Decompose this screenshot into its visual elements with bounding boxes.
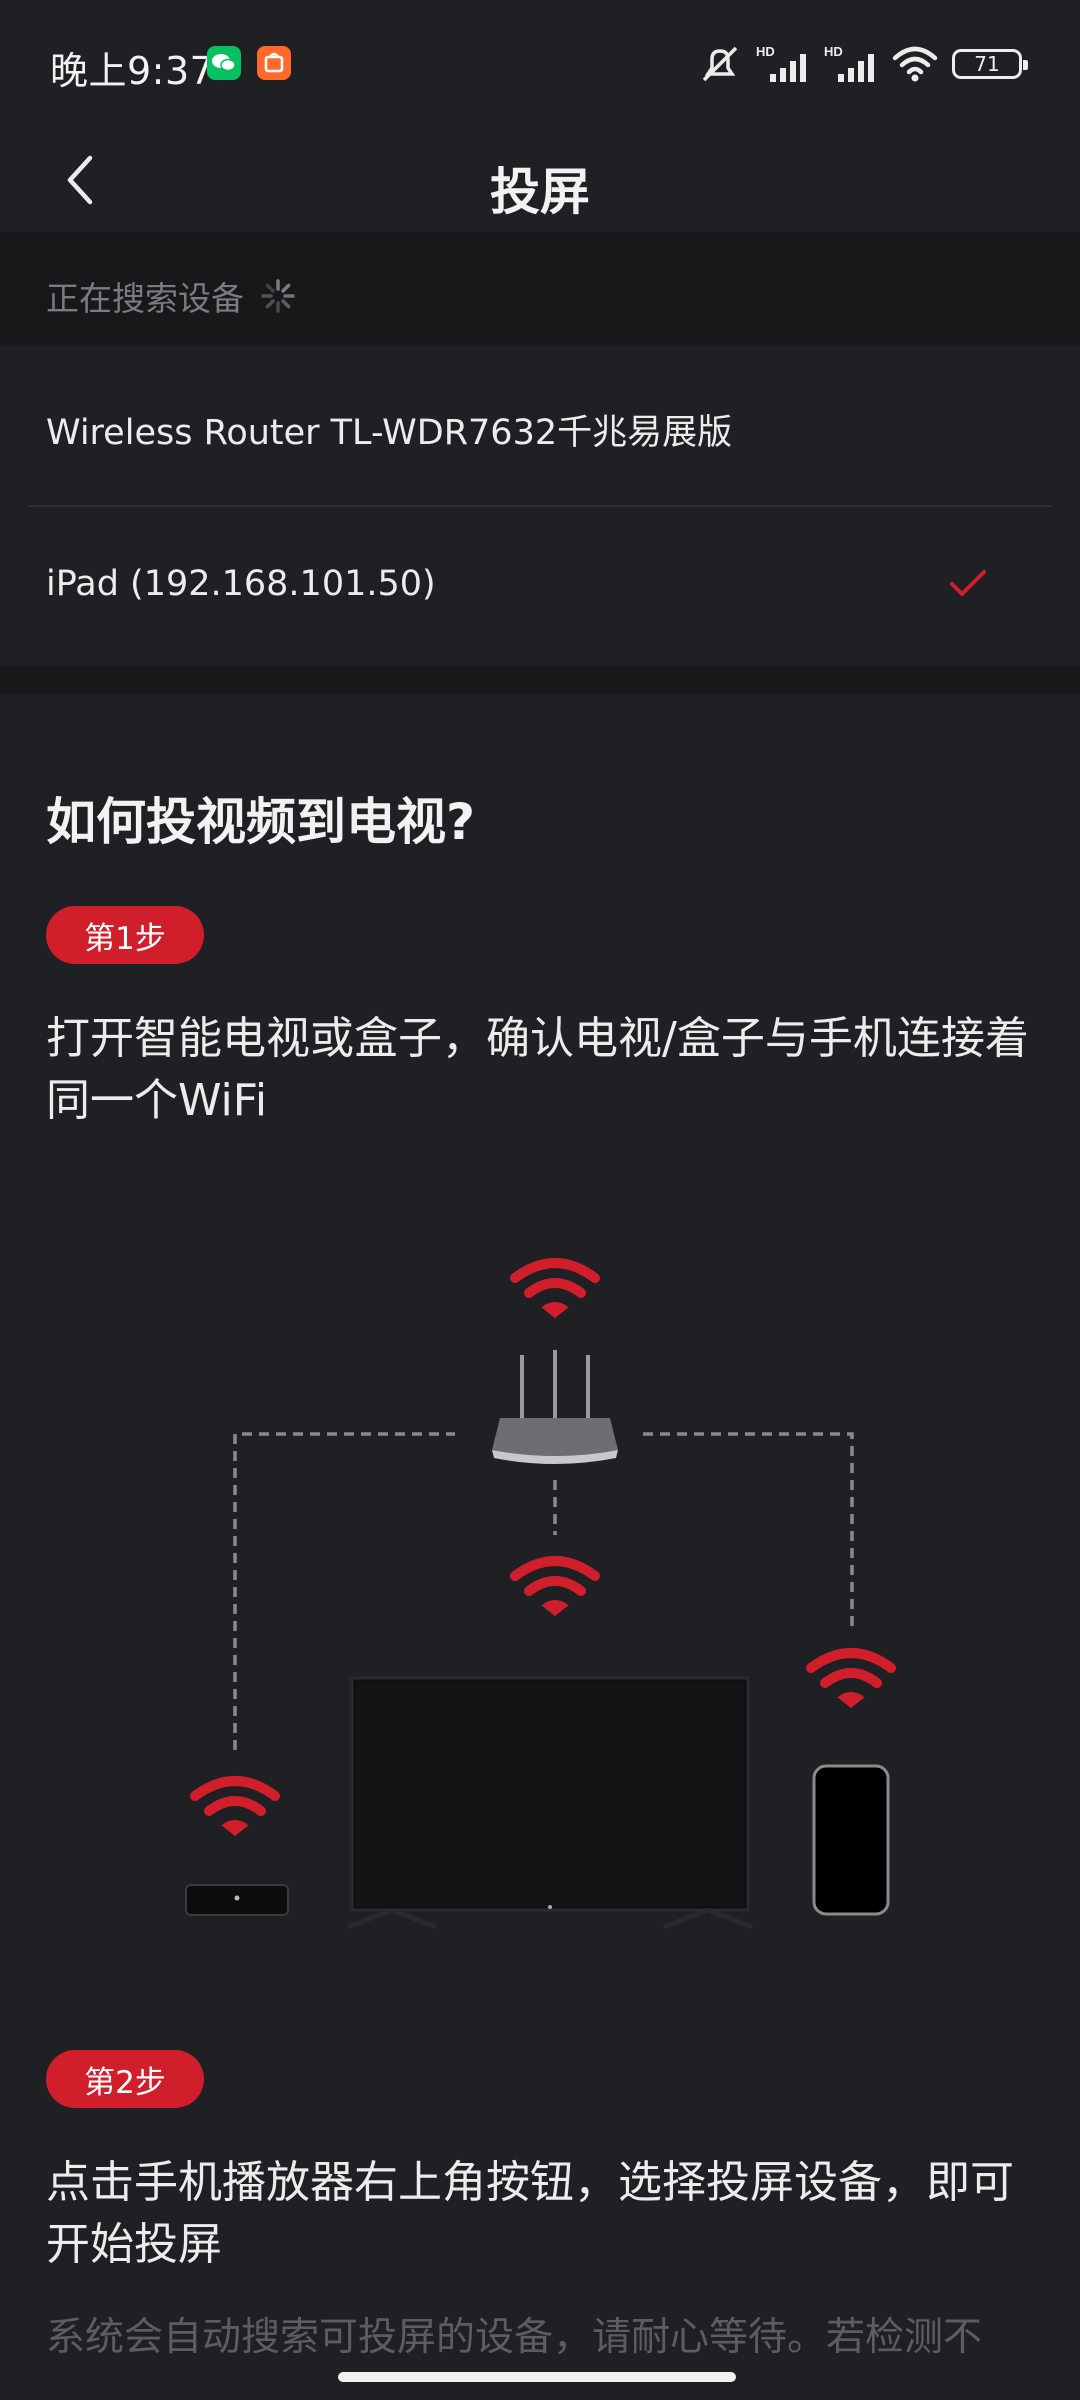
section-divider [0, 666, 1080, 694]
home-indicator[interactable] [338, 2372, 736, 2382]
status-time: 晚上9:37 [50, 49, 215, 93]
svg-text:HD: HD [756, 44, 775, 59]
status-bar: 晚上9:37 HD HD 71 [0, 0, 1080, 128]
battery-icon: 71 [952, 49, 1028, 79]
device-item-router[interactable]: Wireless Router TL-WDR7632千兆易展版 [0, 346, 1080, 506]
wechat-icon [207, 46, 241, 80]
mi-store-icon [257, 46, 291, 80]
router-icon [492, 1350, 618, 1464]
list-divider [28, 505, 1052, 507]
step-badge-1: 第1步 [46, 906, 204, 964]
header: 投屏 [0, 128, 1080, 232]
step-text-2: 点击手机播放器右上角按钮，选择投屏设备，即可开始投屏 [46, 2157, 1014, 2270]
page-title: 投屏 [490, 163, 590, 221]
battery-level: 71 [974, 52, 1000, 76]
mute-icon [698, 44, 742, 84]
set-top-box-icon [185, 1884, 289, 1916]
hd-signal-icon: HD [756, 44, 810, 84]
loading-spinner-icon [261, 279, 295, 313]
check-icon [950, 570, 986, 596]
device-label: Wireless Router TL-WDR7632千兆易展版 [46, 413, 733, 453]
step-text-1: 打开智能电视或盒子，确认电视/盒子与手机连接着同一个WiFi [46, 1013, 1029, 1126]
wifi-signal-icon [515, 1561, 595, 1616]
wifi-signal-icon [515, 1263, 595, 1318]
wifi-icon [892, 44, 938, 84]
step-badge-2: 第2步 [46, 2050, 204, 2108]
search-status-text: 正在搜索设备 [46, 279, 244, 318]
hd-signal-icon: HD [824, 44, 878, 84]
phone-icon [812, 1764, 890, 1916]
device-item-ipad[interactable]: iPad (192.168.101.50) [0, 506, 1080, 666]
wifi-signal-icon [195, 1781, 275, 1836]
svg-text:HD: HD [824, 44, 843, 59]
tv-icon [347, 1676, 753, 1930]
wifi-signal-icon [811, 1653, 891, 1708]
device-label: iPad (192.168.101.50) [46, 564, 436, 604]
guide-note: 系统会自动搜索可投屏的设备，请耐心等待。若检测不 [46, 2315, 983, 2360]
guide-title: 如何投视频到电视? [46, 793, 476, 851]
search-status-bar: 正在搜索设备 [0, 232, 1080, 346]
wifi-network-illustration [185, 1230, 1080, 1930]
